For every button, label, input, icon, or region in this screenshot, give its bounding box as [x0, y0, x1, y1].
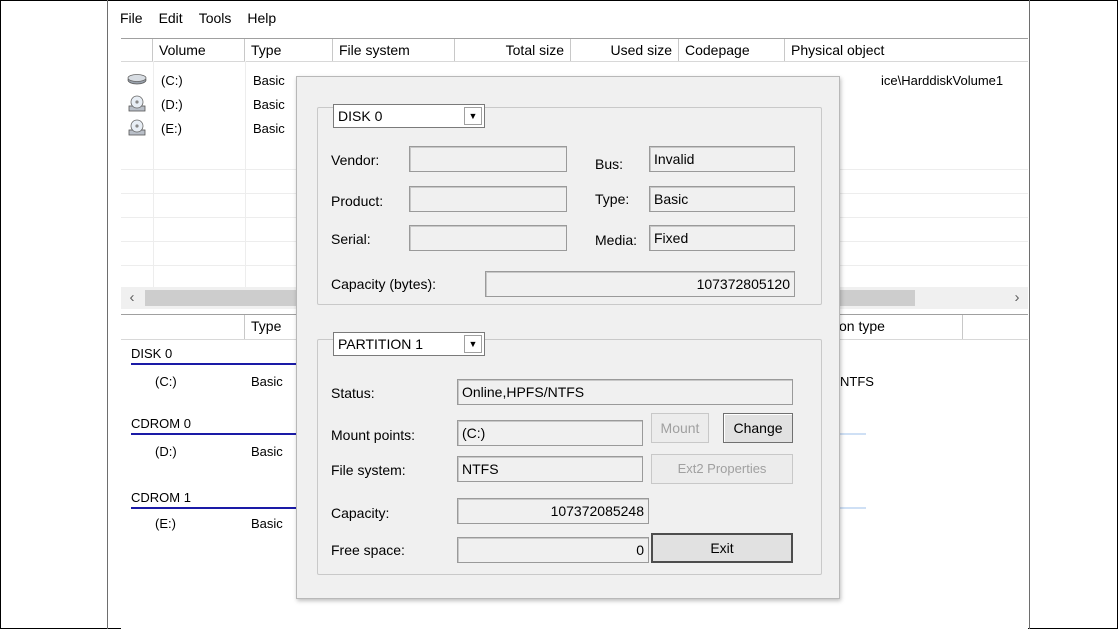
- column-header-volume[interactable]: Volume: [153, 39, 245, 61]
- product-field: [409, 186, 567, 212]
- column-header-blank: [963, 315, 1028, 339]
- volume-name: (D:): [161, 97, 183, 112]
- disk-group-label[interactable]: DISK 0: [131, 345, 172, 363]
- disk-partition-type: NTFS: [840, 374, 874, 389]
- free-space-field: 0: [457, 537, 649, 563]
- partition-selector-value: PARTITION 1: [338, 336, 424, 352]
- partition-selector[interactable]: PARTITION 1 ▼: [333, 332, 485, 356]
- column-header-file-system[interactable]: File system: [333, 39, 455, 61]
- column-header-total-size[interactable]: Total size: [455, 39, 571, 61]
- bus-label: Bus:: [595, 156, 624, 172]
- disk-selector-value: DISK 0: [338, 108, 383, 124]
- status-field: Online,HPFS/NTFS: [457, 379, 793, 405]
- column-header-used-size[interactable]: Used size: [571, 39, 679, 61]
- menu-help[interactable]: Help: [239, 8, 284, 28]
- ext2-properties-button[interactable]: Ext2 Properties: [651, 454, 793, 484]
- column-header-type[interactable]: Type: [245, 315, 299, 339]
- menu-tools[interactable]: Tools: [191, 8, 240, 28]
- type-label: Type:: [595, 191, 630, 207]
- media-field: Fixed: [649, 225, 795, 251]
- type-field: Basic: [649, 186, 795, 212]
- column-header-icon[interactable]: [121, 39, 153, 61]
- free-space-label: Free space:: [331, 542, 405, 558]
- menu-file[interactable]: File: [120, 8, 151, 28]
- cdrom-drive-icon: [127, 119, 147, 144]
- volume-type: Basic: [253, 121, 285, 136]
- disk-volume[interactable]: (D:): [155, 443, 177, 461]
- disk-volume[interactable]: (C:): [155, 373, 177, 391]
- disk-group-underline: [838, 507, 866, 509]
- scroll-left-icon[interactable]: ‹: [121, 287, 143, 309]
- column-header-partition-type[interactable]: on type: [833, 315, 963, 339]
- cdrom-drive-icon: [127, 95, 147, 120]
- vendor-label: Vendor:: [331, 152, 380, 168]
- volume-name: (C:): [161, 73, 183, 88]
- volume-name: (E:): [161, 121, 182, 136]
- media-label: Media:: [595, 232, 638, 248]
- status-label: Status:: [331, 385, 375, 401]
- disk-group-label[interactable]: CDROM 0: [131, 415, 191, 433]
- menu-bar: File Edit Tools Help: [120, 8, 284, 28]
- disk-capacity-label: Capacity (bytes):: [331, 276, 437, 292]
- disk-volume-type: Basic: [251, 516, 283, 531]
- disk-selector[interactable]: DISK 0 ▼: [333, 104, 485, 128]
- change-button[interactable]: Change: [723, 413, 793, 443]
- column-header-codepage[interactable]: Codepage: [679, 39, 785, 61]
- exit-button[interactable]: Exit: [651, 533, 793, 563]
- volume-type: Basic: [253, 73, 285, 88]
- hard-drive-icon: [127, 71, 147, 94]
- volume-list-header: Volume Type File system Total size Used …: [121, 39, 1028, 62]
- partition-capacity-field: 107372085248: [457, 498, 649, 524]
- left-divider: [107, 0, 108, 629]
- right-divider: [1029, 0, 1030, 629]
- column-header-type[interactable]: Type: [245, 39, 333, 61]
- serial-label: Serial:: [331, 231, 371, 247]
- column-header-physical-object[interactable]: Physical object: [785, 39, 1028, 61]
- disk-volume-type: Basic: [251, 374, 283, 389]
- scroll-right-icon[interactable]: ›: [1006, 287, 1028, 309]
- volume-physical-object: ice\HarddiskVolume1: [881, 73, 1004, 88]
- disk-group-underline: [131, 363, 296, 365]
- disk-capacity-field: 107372805120: [485, 271, 795, 297]
- disk-group-underline: [131, 507, 296, 509]
- mount-button[interactable]: Mount: [651, 413, 709, 443]
- chevron-down-icon[interactable]: ▼: [464, 107, 482, 125]
- mount-points-field: (C:): [457, 420, 643, 446]
- disk-volume-type: Basic: [251, 444, 283, 459]
- file-system-field: NTFS: [457, 456, 643, 482]
- column-header-disk[interactable]: [121, 315, 245, 339]
- product-label: Product:: [331, 193, 384, 209]
- disk-group-underline: [131, 433, 296, 435]
- column-separator: [153, 61, 154, 287]
- chevron-down-icon[interactable]: ▼: [464, 335, 482, 353]
- mount-points-label: Mount points:: [331, 427, 416, 443]
- column-separator: [245, 61, 246, 287]
- partition-capacity-label: Capacity:: [331, 505, 390, 521]
- file-system-label: File system:: [331, 462, 406, 478]
- menu-edit[interactable]: Edit: [151, 8, 191, 28]
- disk-properties-dialog: DISK 0 ▼ Vendor: Bus: Invalid Product: T…: [296, 76, 840, 599]
- disk-volume[interactable]: (E:): [155, 515, 176, 533]
- disk-group-label[interactable]: CDROM 1: [131, 489, 191, 507]
- volume-type: Basic: [253, 97, 285, 112]
- serial-field: [409, 225, 567, 251]
- disk-group-underline: [838, 433, 866, 435]
- vendor-field: [409, 146, 567, 172]
- bus-field: Invalid: [649, 146, 795, 172]
